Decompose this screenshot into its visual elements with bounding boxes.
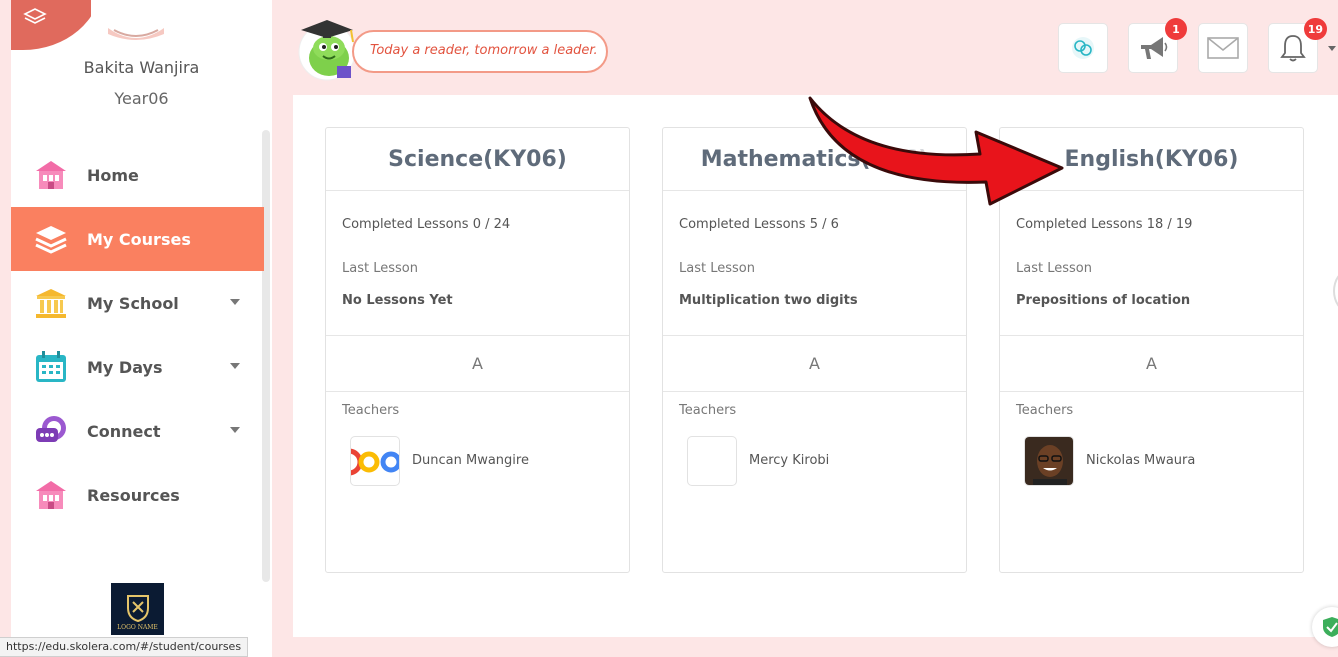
completed-lessons: Completed Lessons 5 / 6 — [679, 217, 839, 232]
course-title[interactable]: Science(KY06) — [326, 128, 629, 191]
last-lesson-value: Multiplication two digits — [679, 293, 858, 308]
last-lesson-value: No Lessons Yet — [342, 293, 453, 308]
sidebar: Bakita Wanjira Year06 Home My Courses My… — [0, 0, 272, 657]
teacher-avatar — [687, 436, 737, 486]
status-url: https://edu.skolera.com/#/student/course… — [0, 637, 249, 657]
user-year: Year06 — [114, 89, 169, 108]
notifications-button[interactable]: 19 — [1268, 18, 1327, 73]
user-avatar[interactable] — [104, 0, 168, 40]
teacher-name[interactable]: Duncan Mwangire — [412, 453, 529, 468]
last-lesson-label: Last Lesson — [679, 261, 755, 276]
megaphone-icon — [1141, 37, 1168, 59]
chevron-down-icon — [230, 299, 240, 305]
course-grade: A — [663, 336, 966, 392]
envelope-icon — [1207, 37, 1239, 59]
course-progress: Completed Lessons 5 / 6 Last Lesson Mult… — [663, 191, 966, 336]
sidebar-item-connect[interactable]: Connect — [11, 399, 264, 463]
sidebar-item-label: My Days — [87, 357, 163, 377]
last-lesson-label: Last Lesson — [1016, 261, 1092, 276]
app-logo[interactable] — [11, 0, 91, 52]
annotation-arrow — [808, 96, 1064, 206]
sidebar-item-label: My School — [87, 293, 179, 313]
resources-icon — [33, 477, 69, 513]
course-progress: Completed Lessons 18 / 19 Last Lesson Pr… — [1000, 191, 1303, 336]
user-name: Bakita Wanjira — [83, 58, 200, 77]
sidebar-item-label: Resources — [87, 485, 180, 505]
book-stack-icon — [23, 8, 47, 24]
announcements-badge: 1 — [1165, 18, 1187, 40]
teacher-avatar — [1024, 436, 1074, 486]
teachers-label: Teachers — [1016, 403, 1074, 418]
last-lesson-value: Prepositions of location — [1016, 293, 1191, 308]
course-progress: Completed Lessons 0 / 24 Last Lesson No … — [326, 191, 629, 336]
chevron-down-icon[interactable] — [1328, 46, 1336, 51]
calendar-icon — [33, 349, 69, 385]
announcements-button[interactable]: 1 — [1128, 18, 1187, 73]
security-button[interactable] — [1312, 607, 1338, 647]
completed-lessons: Completed Lessons 18 / 19 — [1016, 217, 1193, 232]
home-icon — [33, 157, 69, 193]
courses-icon — [33, 221, 69, 257]
question-chat-icon — [1072, 37, 1094, 59]
teacher-name[interactable]: Mercy Kirobi — [749, 453, 829, 468]
bell-icon — [1280, 35, 1306, 62]
chevron-down-icon — [230, 363, 240, 369]
sidebar-item-my-courses[interactable]: My Courses — [11, 207, 264, 271]
school-logo: LOGO NAME — [111, 583, 164, 635]
completed-lessons: Completed Lessons 0 / 24 — [342, 217, 511, 232]
sidebar-item-label: Connect — [87, 421, 161, 441]
shield-icon — [1323, 617, 1338, 637]
course-grade: A — [1000, 336, 1303, 392]
motto-text: Today a reader, tomorrow a leader. — [370, 43, 598, 58]
sidebar-item-my-days[interactable]: My Days — [11, 335, 264, 399]
school-logo-text: LOGO NAME — [117, 624, 158, 631]
notifications-badge: 19 — [1303, 18, 1327, 40]
sidebar-item-label: My Courses — [87, 229, 191, 249]
chat-icon — [33, 413, 69, 449]
last-lesson-label: Last Lesson — [342, 261, 418, 276]
motto-banner: Today a reader, tomorrow a leader. — [352, 30, 608, 73]
sidebar-item-home[interactable]: Home — [11, 143, 264, 207]
teachers-label: Teachers — [342, 403, 400, 418]
messages-button[interactable] — [1198, 23, 1248, 73]
teachers-label: Teachers — [679, 403, 737, 418]
sidebar-item-label: Home — [87, 165, 139, 185]
teacher-avatar — [350, 436, 400, 486]
course-card[interactable]: Science(KY06) Completed Lessons 0 / 24 L… — [325, 127, 630, 573]
course-grade: A — [326, 336, 629, 392]
chevron-down-icon — [230, 427, 240, 433]
quiz-button[interactable] — [1058, 23, 1108, 73]
school-icon — [33, 285, 69, 321]
sidebar-item-resources[interactable]: Resources — [11, 463, 264, 527]
teacher-name[interactable]: Nickolas Mwaura — [1086, 453, 1195, 468]
crest-icon — [126, 595, 149, 622]
sidebar-item-my-school[interactable]: My School — [11, 271, 264, 335]
